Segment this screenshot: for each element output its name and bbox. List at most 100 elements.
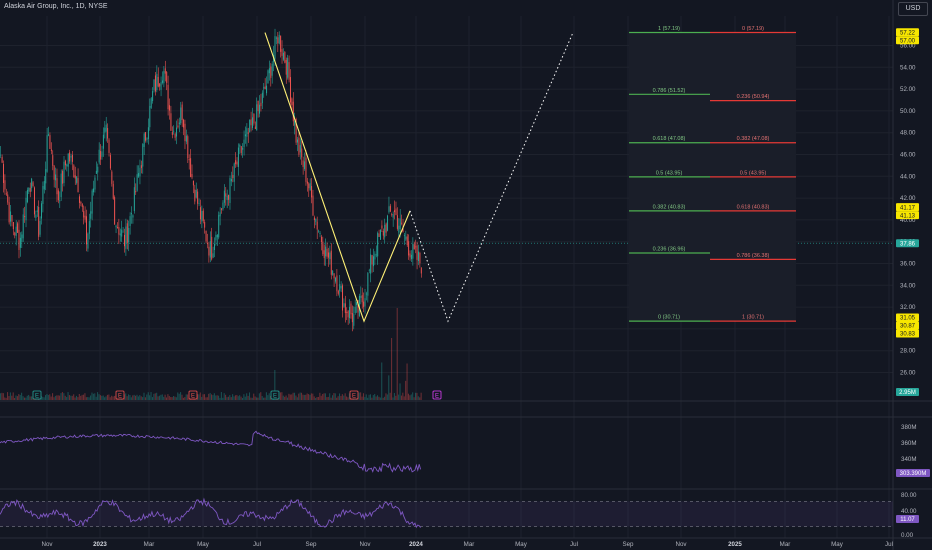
candle-body <box>374 253 376 260</box>
fibonacci-levels: 1 (57.19) 0.786 (51.52) 0.618 (47.08) 0.5 (… <box>629 26 796 322</box>
volume-bar <box>244 396 246 400</box>
time-tick-label: May <box>831 541 844 548</box>
volume-bar <box>30 396 33 400</box>
volume-bar <box>239 395 241 400</box>
volume-bar <box>199 392 201 400</box>
candle-body <box>104 127 106 133</box>
volume-bar <box>282 395 284 400</box>
indicator-2-tick: 80.00 <box>901 492 917 499</box>
candle-body <box>83 211 85 218</box>
volume-bar <box>257 397 259 400</box>
candle-body <box>208 246 210 256</box>
candle-body <box>311 186 313 198</box>
candle-body <box>90 211 92 219</box>
volume-bar <box>11 395 13 400</box>
volume-bar <box>298 393 300 400</box>
candle-body <box>384 224 386 238</box>
volume-bar <box>174 396 176 400</box>
volume-bar <box>14 397 16 400</box>
candle-body <box>52 155 54 166</box>
candle-body <box>347 310 349 318</box>
volume-bar <box>303 394 305 400</box>
candle-body <box>129 216 131 227</box>
candle-body <box>178 122 180 125</box>
volume-bar <box>268 393 270 400</box>
candle-body <box>260 102 262 107</box>
volume-bar <box>23 397 25 400</box>
candle-body <box>206 243 208 245</box>
volume-bar <box>171 397 173 400</box>
candle-body <box>365 293 367 295</box>
volume-bar <box>309 394 311 400</box>
candle-body <box>236 161 238 165</box>
candle-body <box>252 117 253 128</box>
candle-body <box>63 161 65 184</box>
volume-bar <box>291 394 293 400</box>
candle-body <box>318 230 320 232</box>
candle-body <box>401 222 403 224</box>
price-badge-label: 30.83 <box>900 332 916 338</box>
candle-body <box>305 157 307 182</box>
volume-bar <box>237 396 239 400</box>
fib-label-left: 0.786 (51.52) <box>653 88 686 94</box>
candle-body <box>235 160 237 165</box>
earnings-marker-label: E <box>352 394 356 400</box>
volume-bar <box>213 393 215 400</box>
candle-body <box>280 35 282 52</box>
time-tick-label: Sep <box>622 541 634 548</box>
time-tick-label: Jul <box>570 541 578 548</box>
volume-bar <box>45 395 47 400</box>
volume-bar <box>205 397 207 400</box>
volume-bar <box>329 393 331 400</box>
volume-bar <box>97 392 99 400</box>
fib-label-right: 0 (57.19) <box>742 26 764 32</box>
volume-bar <box>333 393 335 400</box>
indicator-1-tick: 380M <box>901 424 916 431</box>
candle-body <box>93 188 95 193</box>
indicator-2-tick: 0.00 <box>901 532 914 539</box>
candle-body <box>268 68 270 74</box>
volume-bar <box>158 395 161 400</box>
volume-bar <box>157 396 159 400</box>
candle-body <box>274 36 276 59</box>
candle-body <box>7 194 9 203</box>
volume-bar <box>43 397 45 400</box>
volume-bar <box>8 396 10 400</box>
candle-body <box>312 195 314 216</box>
candle-body <box>62 171 64 184</box>
candle-body <box>145 132 147 141</box>
volume-bar <box>175 397 177 400</box>
volume-bar <box>320 395 322 400</box>
volume-bar <box>125 393 127 400</box>
candle-body <box>10 211 12 222</box>
candle-body <box>378 233 380 237</box>
candle-body <box>327 252 329 258</box>
volume-bar <box>53 397 55 400</box>
candle-body <box>363 301 365 307</box>
volume-bar <box>409 395 411 400</box>
candle-body <box>26 189 28 203</box>
volume-bar <box>135 395 137 400</box>
volume-bar <box>286 397 289 400</box>
volume-bar <box>16 396 18 400</box>
candle-body <box>420 267 422 274</box>
candle-body <box>309 183 311 191</box>
volume-bar <box>381 362 383 400</box>
volume-bar <box>402 392 404 400</box>
candle-body <box>5 193 7 195</box>
volume-bar <box>310 393 312 400</box>
indicator-2-tick: 40.00 <box>901 508 917 515</box>
volume-bar <box>398 394 400 400</box>
volume-bar <box>215 395 217 400</box>
price-chart[interactable]: 1 (57.19) 0.786 (51.52) 0.618 (47.08) 0.5 (… <box>0 0 932 550</box>
volume-bar <box>129 395 131 400</box>
candlestick-series <box>0 28 422 332</box>
price-tick-label: 34.00 <box>900 282 916 289</box>
candle-body <box>291 98 293 106</box>
volume-bar <box>322 394 324 400</box>
volume-bar <box>88 397 90 400</box>
volume-bar <box>29 396 31 400</box>
candle-body <box>387 215 389 231</box>
volume-bar <box>153 393 155 400</box>
candle-body <box>67 153 69 167</box>
